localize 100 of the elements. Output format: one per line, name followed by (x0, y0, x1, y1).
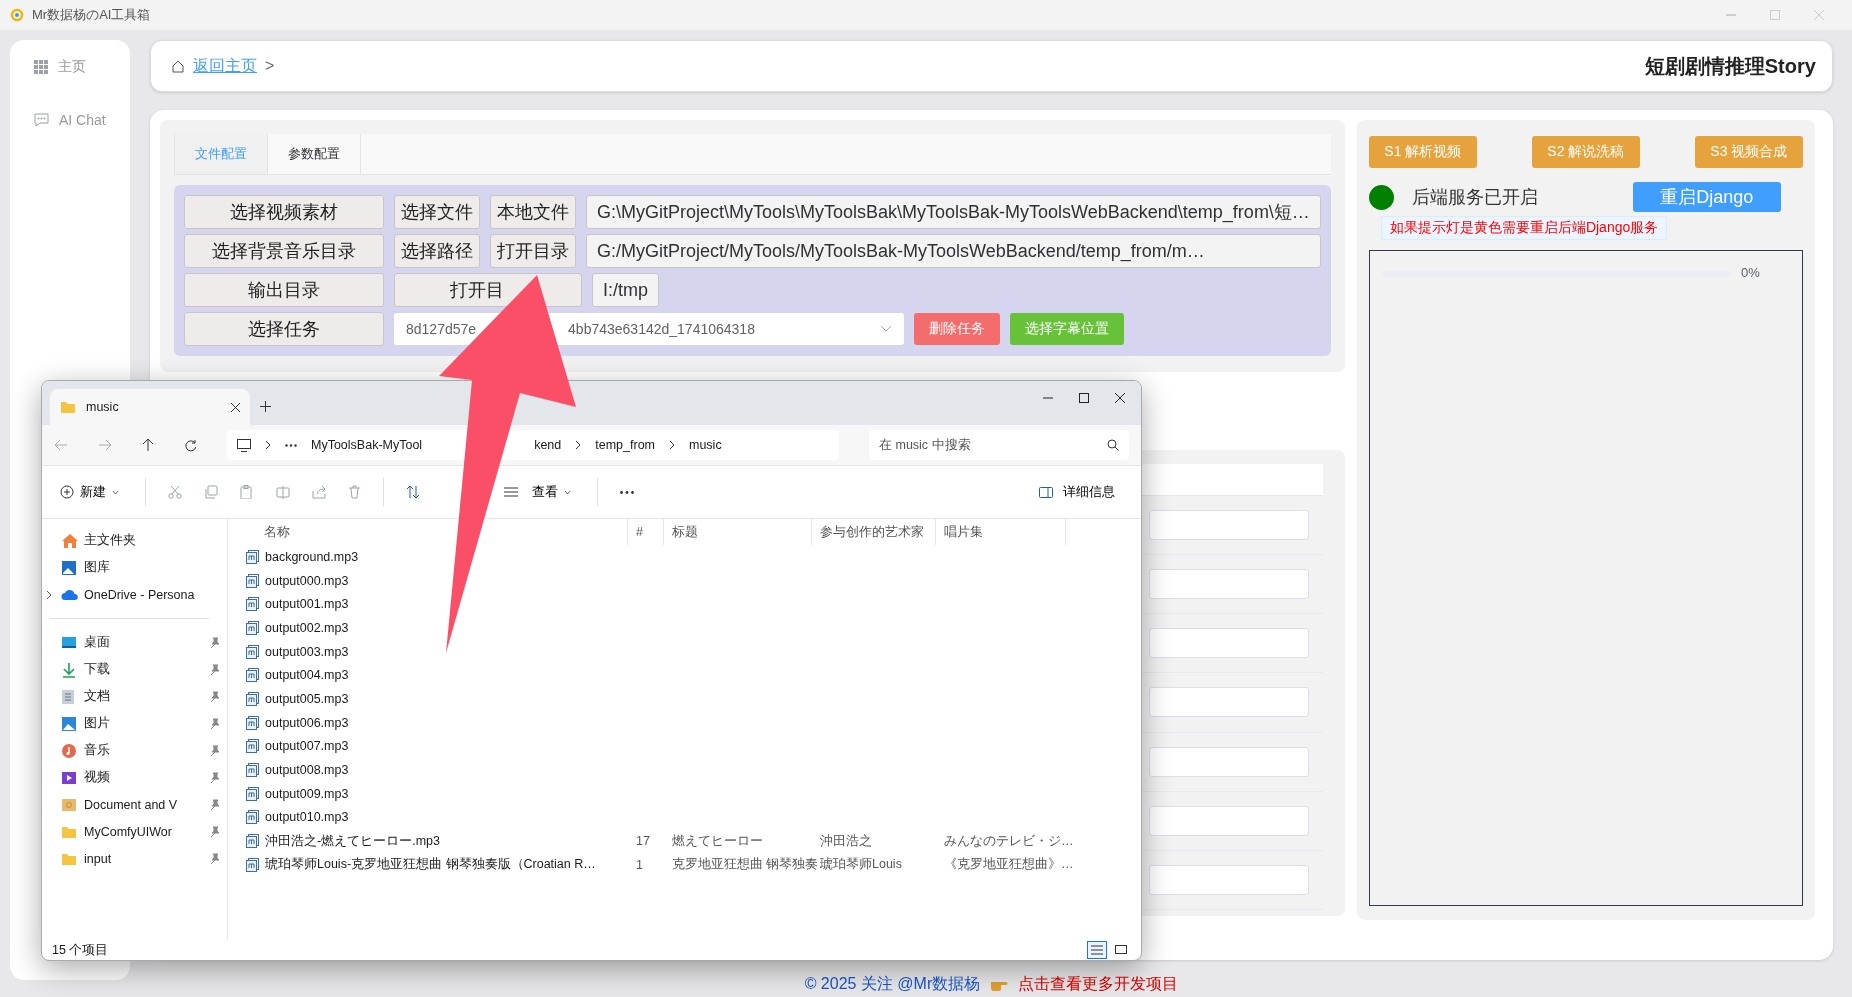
refresh-icon[interactable] (184, 438, 197, 452)
explorer-tab[interactable]: music (50, 389, 250, 425)
delete-icon[interactable] (348, 485, 361, 499)
expand-chevron-icon[interactable] (46, 589, 52, 600)
path-segment[interactable]: MyToolsBak-MyTool (311, 438, 423, 452)
input-field[interactable] (1148, 569, 1309, 600)
document-icon (61, 688, 75, 705)
nav-item[interactable]: 图片 (42, 710, 219, 737)
folder-icon (60, 400, 76, 414)
select-button[interactable]: 输出目录 (184, 273, 384, 307)
column-header[interactable]: 唱片集 (936, 519, 1066, 545)
close-icon[interactable] (1115, 393, 1125, 403)
maximize-icon[interactable] (1079, 393, 1089, 403)
path-field[interactable]: G:/MyGitProject/MyTools/MyToolsBak-MyToolsWebBackend/temp_from/m… (586, 234, 1321, 268)
nav-item[interactable]: 图库 (42, 554, 219, 581)
input-field[interactable] (1148, 864, 1309, 895)
more-icon[interactable] (620, 490, 634, 494)
audio-file-icon (246, 644, 259, 659)
path-segment[interactable]: music (689, 438, 722, 452)
input-field[interactable] (1148, 805, 1309, 836)
path-field[interactable]: G:\MyGitProject\MyTools\MyToolsBak\MyToolsBak-MyToolsWebBackend\temp_from\短… (586, 195, 1321, 229)
more-projects-link[interactable]: 点击查看更多开发项目 (1018, 973, 1179, 995)
nav-item[interactable]: 下载 (42, 656, 219, 683)
new-button[interactable]: 新建 (56, 479, 123, 505)
shared-folder-icon (61, 796, 77, 813)
file-row[interactable]: output006.mp3 (236, 710, 1141, 735)
details-view-button[interactable] (1087, 941, 1107, 959)
file-row[interactable]: output001.mp3 (236, 592, 1141, 617)
nav-item[interactable]: 桌面 (42, 629, 219, 656)
forward-icon[interactable] (98, 439, 112, 451)
open-folder-button[interactable]: 打开目 (394, 273, 582, 307)
download-icon (61, 661, 77, 678)
chevron-right-icon (575, 440, 582, 450)
file-row[interactable]: output008.mp3 (236, 758, 1141, 782)
file-row[interactable]: output009.mp3 (236, 781, 1141, 806)
paste-icon[interactable] (240, 485, 254, 499)
file-row[interactable]: output004.mp3 (236, 663, 1141, 688)
file-row[interactable]: 琥珀琴师Louis-克罗地亚狂想曲 钢琴独奏版（Croatian R… 1 克罗地亚狂想曲 钢琴独奏… 琥珀琴师Louis 《克罗地亚狂想曲》… (236, 852, 1141, 877)
file-row[interactable]: output010.mp3 (236, 805, 1141, 830)
input-field[interactable] (1148, 628, 1309, 659)
path-field[interactable]: I:/tmp (592, 273, 659, 307)
rename-icon[interactable] (276, 485, 290, 499)
app-logo-icon (10, 8, 24, 22)
audio-file-icon (246, 857, 259, 872)
file-row[interactable]: output002.mp3 (236, 616, 1141, 640)
pin-icon (209, 826, 219, 837)
select-button[interactable]: 选择背景音乐目录 (184, 234, 384, 268)
up-icon[interactable] (142, 438, 154, 452)
file-row[interactable]: output007.mp3 (236, 734, 1141, 759)
copy-icon[interactable] (204, 485, 218, 499)
new-tab-icon[interactable] (260, 400, 271, 412)
details-button[interactable]: 详细信息 (1035, 479, 1119, 505)
file-row[interactable]: output005.mp3 (236, 687, 1141, 711)
nav-item[interactable]: MyComfyUIWor (42, 818, 219, 845)
more-icon[interactable] (285, 443, 297, 447)
file-row[interactable]: background.mp3 (236, 545, 1141, 569)
nav-item[interactable]: 视频 (42, 764, 219, 791)
input-field[interactable] (1148, 687, 1309, 718)
audio-file-icon (246, 549, 259, 564)
nav-item[interactable]: OneDrive - Persona (42, 581, 219, 608)
search-field[interactable]: 在 music 中搜索 (869, 430, 1107, 460)
column-header[interactable]: # (628, 519, 664, 545)
cloud-icon (61, 588, 79, 601)
cut-icon[interactable] (168, 485, 182, 499)
breadcrumb-separator: > (265, 57, 275, 75)
action-button[interactable]: 选择路径 (394, 234, 480, 268)
path-segment[interactable]: temp_from (595, 438, 655, 452)
file-row[interactable]: 沖田浩之-燃えてヒーロー.mp3 17 燃えてヒーロー 沖田浩之 みんなのテレビ・ジ… (236, 829, 1141, 853)
path-segment[interactable]: kend (534, 438, 562, 452)
nav-item[interactable]: 音乐 (42, 737, 219, 764)
sort-icon[interactable] (406, 485, 420, 499)
nav-item[interactable]: 主文件夹 (42, 527, 219, 554)
share-icon[interactable] (312, 485, 326, 499)
nav-item[interactable]: Document and V (42, 791, 219, 818)
home-outline-icon (171, 59, 185, 73)
nav-item[interactable]: 文档 (42, 683, 219, 710)
action-button[interactable]: 本地文件 (490, 195, 576, 229)
audio-file-icon (246, 668, 259, 683)
folder-icon (61, 851, 77, 866)
input-field[interactable] (1148, 746, 1309, 777)
view-button[interactable]: 查看 (500, 479, 575, 505)
audio-file-icon (246, 834, 259, 849)
input-field[interactable] (1148, 510, 1309, 541)
close-tab-icon[interactable] (231, 402, 240, 412)
column-header[interactable]: 参与创作的艺术家 (812, 519, 936, 545)
address-bar[interactable]: MyToolsBak-MyTool kend temp_from music (227, 430, 839, 460)
back-icon[interactable] (54, 439, 68, 451)
grid-icon (34, 60, 48, 74)
action-button[interactable]: 打开目录 (490, 234, 576, 268)
file-row[interactable]: output000.mp3 (236, 568, 1141, 593)
select-task-button[interactable]: 选择任务 (184, 312, 384, 346)
file-row[interactable]: output003.mp3 (236, 639, 1141, 664)
chat-icon (34, 113, 49, 127)
copyright-text: © 2025 关注 @Mr数据杨 (804, 973, 981, 994)
pin-icon (209, 718, 219, 729)
nav-item[interactable]: input (42, 845, 219, 872)
action-button[interactable]: 选择文件 (394, 195, 480, 229)
warning-note: 如果提示灯是黄色需要重启后端Django服务 (1380, 216, 1668, 240)
select-button[interactable]: 选择视频素材 (184, 195, 384, 229)
column-header[interactable]: 标题 (664, 519, 812, 545)
